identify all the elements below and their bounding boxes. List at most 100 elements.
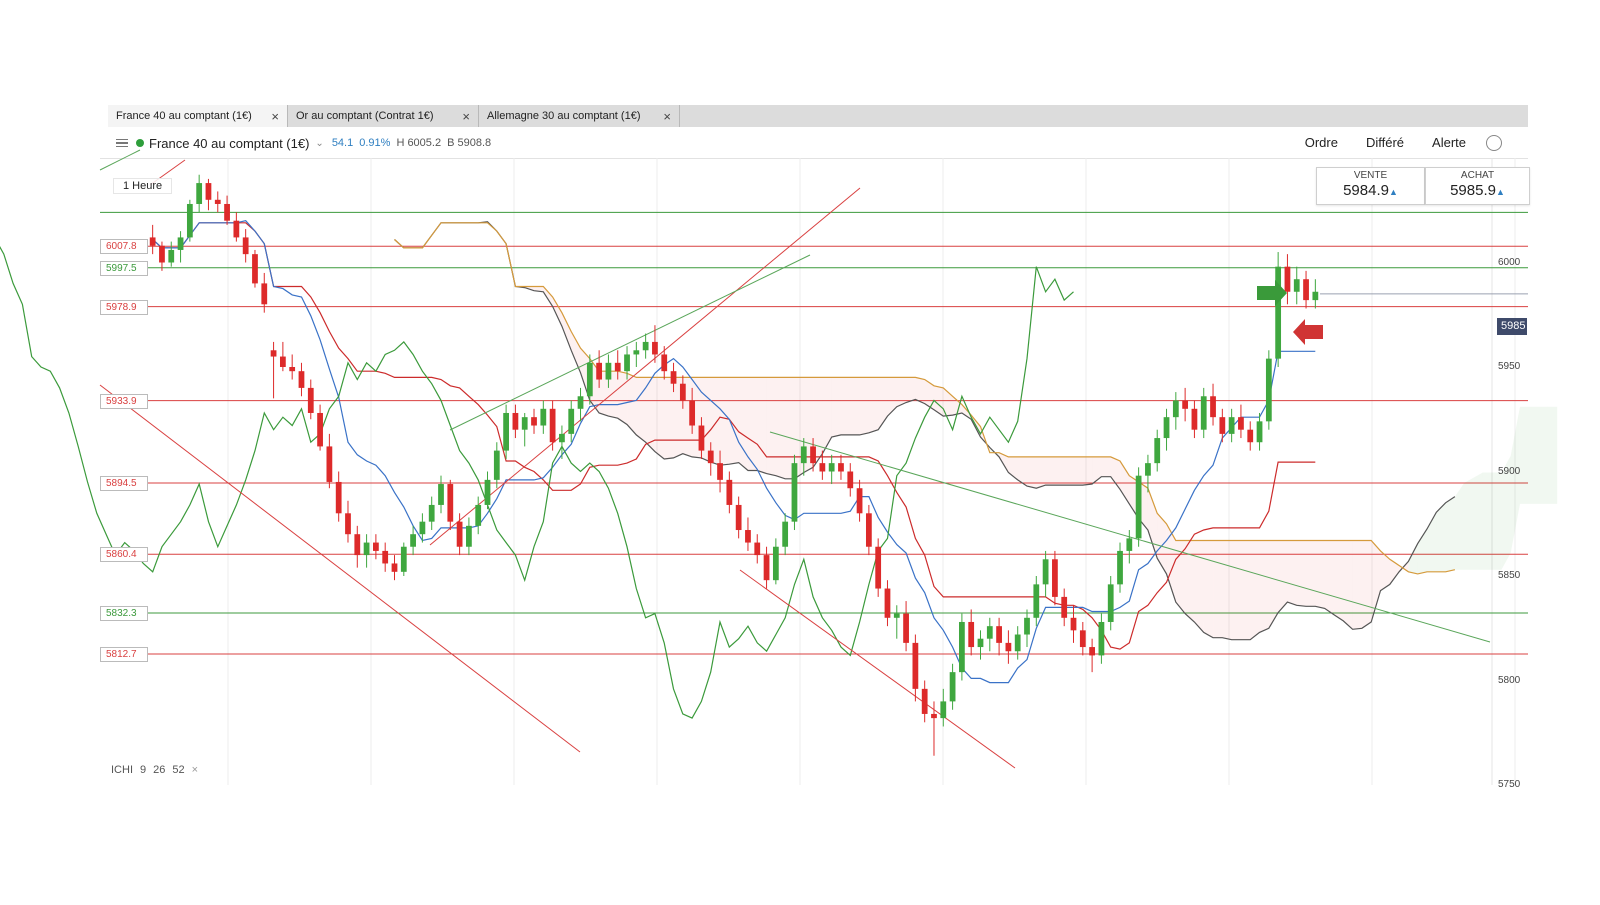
ichimoku-cloud bbox=[1324, 540, 1334, 615]
current-price-tag: 5985 bbox=[1497, 318, 1527, 335]
ichimoku-cloud bbox=[571, 331, 581, 373]
ichimoku-cloud bbox=[822, 377, 832, 454]
ichimoku-cloud bbox=[1064, 456, 1074, 486]
price-level-label[interactable]: 5997.5 bbox=[100, 260, 148, 276]
chikou-line bbox=[0, 246, 1074, 719]
candle-body bbox=[977, 638, 984, 648]
indicator-legend[interactable]: ICHI 9 26 52 × bbox=[111, 764, 198, 776]
candle-body bbox=[1014, 634, 1021, 652]
candle-body bbox=[893, 613, 900, 618]
price-level-label[interactable]: 5812.7 bbox=[100, 646, 148, 662]
ichimoku-cloud bbox=[1287, 540, 1297, 606]
candle-body bbox=[1238, 417, 1244, 430]
candle-body bbox=[912, 642, 919, 689]
candle-body bbox=[373, 542, 379, 551]
sell-button[interactable]: VENTE 5984.9▲ bbox=[1316, 167, 1425, 205]
ichimoku-cloud bbox=[859, 377, 869, 435]
axis-tick-label: 5750 bbox=[1498, 779, 1521, 790]
candle-body bbox=[196, 183, 203, 204]
ichimoku-cloud bbox=[924, 379, 934, 410]
ichimoku-cloud bbox=[1203, 540, 1214, 638]
candle-body bbox=[1219, 417, 1226, 434]
ichimoku-cloud bbox=[1482, 472, 1493, 570]
ichimoku-cloud bbox=[552, 296, 562, 327]
price-chart[interactable] bbox=[0, 0, 1600, 900]
candle-body bbox=[1210, 396, 1216, 418]
ichimoku-cloud bbox=[1231, 540, 1241, 640]
candle-body bbox=[549, 408, 556, 443]
candle-body bbox=[1284, 266, 1291, 292]
candle-body bbox=[865, 513, 872, 547]
candle-body bbox=[289, 367, 296, 372]
sell-signal-arrow-icon bbox=[1293, 319, 1323, 345]
price-level-label[interactable]: 6007.8 bbox=[100, 239, 148, 255]
candle-body bbox=[1052, 559, 1058, 597]
candle-body bbox=[466, 525, 472, 547]
candle-body bbox=[661, 354, 668, 372]
ichimoku-cloud bbox=[1036, 456, 1046, 489]
candle-body bbox=[400, 546, 407, 572]
price-level-label[interactable]: 5978.9 bbox=[100, 299, 148, 315]
timeframe-selector[interactable]: 1 Heure bbox=[113, 178, 173, 194]
candle-body bbox=[707, 450, 714, 464]
ichimoku-cloud bbox=[1185, 540, 1195, 622]
price-level-label[interactable]: 5933.9 bbox=[100, 393, 148, 409]
candle-body bbox=[540, 408, 547, 426]
candle-body bbox=[1200, 396, 1207, 430]
candle-body bbox=[261, 283, 268, 305]
candle-body bbox=[1293, 279, 1300, 292]
ichimoku-cloud bbox=[1213, 540, 1223, 638]
indicator-param: 26 bbox=[153, 764, 166, 776]
candle-body bbox=[1117, 550, 1123, 585]
candle-body bbox=[1089, 647, 1095, 656]
trend-line bbox=[769, 431, 1491, 643]
candle-body bbox=[1182, 400, 1189, 409]
candle-body bbox=[1247, 429, 1254, 443]
candle-body bbox=[698, 425, 705, 451]
candle-body bbox=[1098, 621, 1105, 656]
candle-body bbox=[1154, 438, 1161, 464]
up-arrow-icon: ▲ bbox=[1388, 187, 1398, 197]
ichimoku-cloud bbox=[1259, 540, 1269, 633]
buy-button[interactable]: ACHAT 5985.9▲ bbox=[1425, 167, 1530, 205]
candle-body bbox=[754, 542, 761, 556]
candle-body bbox=[838, 463, 844, 472]
ichimoku-cloud bbox=[1306, 540, 1316, 607]
ichimoku-cloud bbox=[617, 371, 628, 425]
indicator-param: 52 bbox=[172, 764, 185, 776]
ichimoku-cloud bbox=[1073, 456, 1083, 486]
candle-body bbox=[233, 220, 240, 238]
candle-body bbox=[317, 412, 323, 447]
axis-tick-label: 6000 bbox=[1498, 256, 1521, 268]
candle-body bbox=[410, 534, 416, 547]
price-level-label[interactable]: 5860.4 bbox=[100, 547, 148, 563]
candle-body bbox=[921, 688, 928, 714]
candle-body bbox=[791, 463, 798, 522]
candle-body bbox=[270, 350, 277, 357]
candle-body bbox=[986, 626, 993, 639]
price-level-label[interactable]: 5832.3 bbox=[100, 605, 148, 621]
remove-indicator-icon[interactable]: × bbox=[192, 764, 198, 776]
candle-body bbox=[1070, 617, 1077, 631]
candle-body bbox=[503, 412, 509, 451]
ichimoku-cloud bbox=[1296, 540, 1307, 607]
candle-body bbox=[614, 362, 621, 372]
candle-body bbox=[1061, 596, 1068, 618]
candle-body bbox=[224, 203, 230, 221]
candle-body bbox=[968, 621, 975, 648]
candle-body bbox=[875, 546, 882, 589]
candle-body bbox=[335, 481, 342, 514]
ichimoku-cloud bbox=[1464, 477, 1474, 570]
ichimoku-cloud bbox=[1454, 482, 1465, 570]
ichimoku-cloud bbox=[1222, 540, 1232, 640]
candle-body bbox=[800, 446, 807, 464]
up-arrow-icon: ▲ bbox=[1495, 187, 1505, 197]
ichimoku-cloud bbox=[1519, 406, 1530, 504]
ichimoku-cloud bbox=[757, 377, 767, 474]
candle-body bbox=[149, 237, 156, 246]
indicator-name: ICHI bbox=[111, 764, 133, 776]
candle-body bbox=[363, 542, 370, 556]
ichimoku-cloud bbox=[887, 377, 897, 417]
candle-body bbox=[205, 183, 212, 200]
price-level-label[interactable]: 5894.5 bbox=[100, 475, 148, 491]
